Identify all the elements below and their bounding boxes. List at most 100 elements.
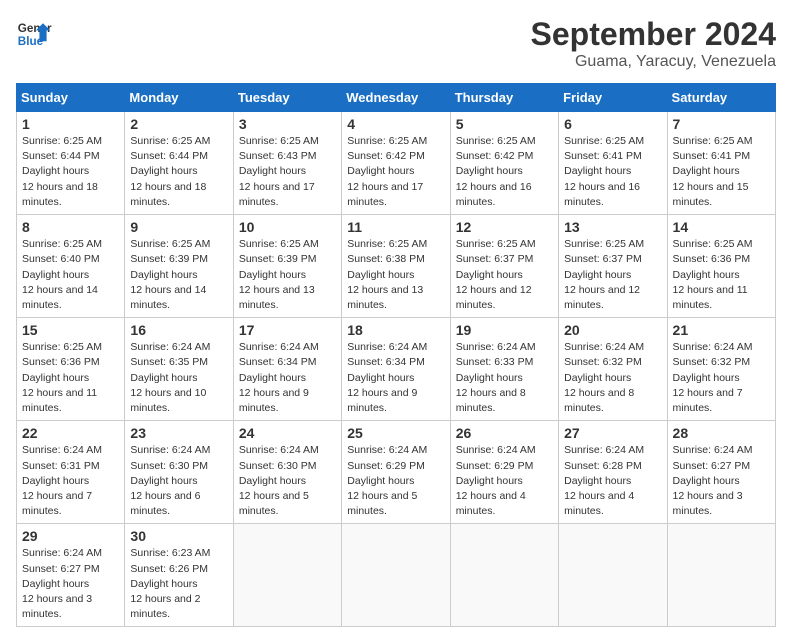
day-info: Sunrise: 6:25 AM Sunset: 6:36 PM Dayligh… — [673, 237, 770, 313]
day-info: Sunrise: 6:24 AM Sunset: 6:31 PM Dayligh… — [22, 443, 119, 519]
day-number: 19 — [456, 322, 553, 338]
week-row-3: 15 Sunrise: 6:25 AM Sunset: 6:36 PM Dayl… — [17, 318, 776, 421]
day-number: 5 — [456, 116, 553, 132]
day-number: 3 — [239, 116, 336, 132]
day-info: Sunrise: 6:24 AM Sunset: 6:29 PM Dayligh… — [456, 443, 553, 519]
day-info: Sunrise: 6:25 AM Sunset: 6:43 PM Dayligh… — [239, 134, 336, 210]
day-number: 20 — [564, 322, 661, 338]
col-friday: Friday — [559, 84, 667, 112]
title-area: September 2024 Guama, Yaracuy, Venezuela — [531, 16, 776, 71]
day-number: 24 — [239, 425, 336, 441]
day-info: Sunrise: 6:25 AM Sunset: 6:38 PM Dayligh… — [347, 237, 444, 313]
day-info: Sunrise: 6:25 AM Sunset: 6:44 PM Dayligh… — [130, 134, 227, 210]
day-cell-28: 28 Sunrise: 6:24 AM Sunset: 6:27 PM Dayl… — [667, 421, 775, 524]
day-cell-24: 24 Sunrise: 6:24 AM Sunset: 6:30 PM Dayl… — [233, 421, 341, 524]
day-info: Sunrise: 6:25 AM Sunset: 6:42 PM Dayligh… — [456, 134, 553, 210]
day-cell-12: 12 Sunrise: 6:25 AM Sunset: 6:37 PM Dayl… — [450, 215, 558, 318]
day-info: Sunrise: 6:25 AM Sunset: 6:41 PM Dayligh… — [673, 134, 770, 210]
day-info: Sunrise: 6:25 AM Sunset: 6:41 PM Dayligh… — [564, 134, 661, 210]
day-info: Sunrise: 6:23 AM Sunset: 6:26 PM Dayligh… — [130, 546, 227, 622]
day-number: 28 — [673, 425, 770, 441]
day-info: Sunrise: 6:24 AM Sunset: 6:30 PM Dayligh… — [130, 443, 227, 519]
day-cell-2: 2 Sunrise: 6:25 AM Sunset: 6:44 PM Dayli… — [125, 112, 233, 215]
day-cell-20: 20 Sunrise: 6:24 AM Sunset: 6:32 PM Dayl… — [559, 318, 667, 421]
month-title: September 2024 — [531, 16, 776, 53]
col-monday: Monday — [125, 84, 233, 112]
day-info: Sunrise: 6:25 AM Sunset: 6:39 PM Dayligh… — [130, 237, 227, 313]
header: General Blue September 2024 Guama, Yarac… — [16, 16, 776, 71]
day-number: 9 — [130, 219, 227, 235]
day-cell-23: 23 Sunrise: 6:24 AM Sunset: 6:30 PM Dayl… — [125, 421, 233, 524]
day-number: 27 — [564, 425, 661, 441]
day-info: Sunrise: 6:25 AM Sunset: 6:40 PM Dayligh… — [22, 237, 119, 313]
week-row-4: 22 Sunrise: 6:24 AM Sunset: 6:31 PM Dayl… — [17, 421, 776, 524]
logo-icon: General Blue — [16, 16, 52, 52]
day-number: 12 — [456, 219, 553, 235]
day-number: 7 — [673, 116, 770, 132]
day-info: Sunrise: 6:24 AM Sunset: 6:28 PM Dayligh… — [564, 443, 661, 519]
day-number: 22 — [22, 425, 119, 441]
day-info: Sunrise: 6:25 AM Sunset: 6:37 PM Dayligh… — [564, 237, 661, 313]
day-number: 2 — [130, 116, 227, 132]
day-info: Sunrise: 6:24 AM Sunset: 6:32 PM Dayligh… — [564, 340, 661, 416]
day-number: 11 — [347, 219, 444, 235]
day-number: 18 — [347, 322, 444, 338]
day-number: 8 — [22, 219, 119, 235]
day-info: Sunrise: 6:24 AM Sunset: 6:32 PM Dayligh… — [673, 340, 770, 416]
col-sunday: Sunday — [17, 84, 125, 112]
day-cell-1: 1 Sunrise: 6:25 AM Sunset: 6:44 PM Dayli… — [17, 112, 125, 215]
day-info: Sunrise: 6:25 AM Sunset: 6:37 PM Dayligh… — [456, 237, 553, 313]
day-info: Sunrise: 6:24 AM Sunset: 6:33 PM Dayligh… — [456, 340, 553, 416]
day-number: 26 — [456, 425, 553, 441]
day-number: 21 — [673, 322, 770, 338]
day-cell-22: 22 Sunrise: 6:24 AM Sunset: 6:31 PM Dayl… — [17, 421, 125, 524]
col-saturday: Saturday — [667, 84, 775, 112]
day-number: 13 — [564, 219, 661, 235]
day-cell-27: 27 Sunrise: 6:24 AM Sunset: 6:28 PM Dayl… — [559, 421, 667, 524]
col-wednesday: Wednesday — [342, 84, 450, 112]
day-number: 10 — [239, 219, 336, 235]
day-number: 29 — [22, 528, 119, 544]
day-cell-26: 26 Sunrise: 6:24 AM Sunset: 6:29 PM Dayl… — [450, 421, 558, 524]
day-cell-25: 25 Sunrise: 6:24 AM Sunset: 6:29 PM Dayl… — [342, 421, 450, 524]
day-cell-17: 17 Sunrise: 6:24 AM Sunset: 6:34 PM Dayl… — [233, 318, 341, 421]
day-cell-21: 21 Sunrise: 6:24 AM Sunset: 6:32 PM Dayl… — [667, 318, 775, 421]
calendar-table: Sunday Monday Tuesday Wednesday Thursday… — [16, 83, 776, 627]
day-cell-16: 16 Sunrise: 6:24 AM Sunset: 6:35 PM Dayl… — [125, 318, 233, 421]
col-tuesday: Tuesday — [233, 84, 341, 112]
day-cell-11: 11 Sunrise: 6:25 AM Sunset: 6:38 PM Dayl… — [342, 215, 450, 318]
day-info: Sunrise: 6:25 AM Sunset: 6:36 PM Dayligh… — [22, 340, 119, 416]
day-number: 6 — [564, 116, 661, 132]
day-cell-19: 19 Sunrise: 6:24 AM Sunset: 6:33 PM Dayl… — [450, 318, 558, 421]
day-info: Sunrise: 6:24 AM Sunset: 6:30 PM Dayligh… — [239, 443, 336, 519]
day-info: Sunrise: 6:25 AM Sunset: 6:44 PM Dayligh… — [22, 134, 119, 210]
week-row-2: 8 Sunrise: 6:25 AM Sunset: 6:40 PM Dayli… — [17, 215, 776, 318]
day-cell-7: 7 Sunrise: 6:25 AM Sunset: 6:41 PM Dayli… — [667, 112, 775, 215]
day-cell-15: 15 Sunrise: 6:25 AM Sunset: 6:36 PM Dayl… — [17, 318, 125, 421]
day-number: 30 — [130, 528, 227, 544]
day-info: Sunrise: 6:25 AM Sunset: 6:39 PM Dayligh… — [239, 237, 336, 313]
day-info: Sunrise: 6:24 AM Sunset: 6:29 PM Dayligh… — [347, 443, 444, 519]
day-info: Sunrise: 6:24 AM Sunset: 6:27 PM Dayligh… — [673, 443, 770, 519]
day-number: 14 — [673, 219, 770, 235]
header-row: Sunday Monday Tuesday Wednesday Thursday… — [17, 84, 776, 112]
week-row-1: 1 Sunrise: 6:25 AM Sunset: 6:44 PM Dayli… — [17, 112, 776, 215]
location: Guama, Yaracuy, Venezuela — [531, 53, 776, 71]
day-number: 25 — [347, 425, 444, 441]
day-number: 1 — [22, 116, 119, 132]
day-info: Sunrise: 6:24 AM Sunset: 6:34 PM Dayligh… — [347, 340, 444, 416]
day-number: 16 — [130, 322, 227, 338]
day-cell-14: 14 Sunrise: 6:25 AM Sunset: 6:36 PM Dayl… — [667, 215, 775, 318]
day-cell-10: 10 Sunrise: 6:25 AM Sunset: 6:39 PM Dayl… — [233, 215, 341, 318]
day-number: 17 — [239, 322, 336, 338]
day-cell-13: 13 Sunrise: 6:25 AM Sunset: 6:37 PM Dayl… — [559, 215, 667, 318]
day-info: Sunrise: 6:25 AM Sunset: 6:42 PM Dayligh… — [347, 134, 444, 210]
day-info: Sunrise: 6:24 AM Sunset: 6:27 PM Dayligh… — [22, 546, 119, 622]
day-number: 23 — [130, 425, 227, 441]
day-cell-8: 8 Sunrise: 6:25 AM Sunset: 6:40 PM Dayli… — [17, 215, 125, 318]
day-cell-9: 9 Sunrise: 6:25 AM Sunset: 6:39 PM Dayli… — [125, 215, 233, 318]
day-cell-6: 6 Sunrise: 6:25 AM Sunset: 6:41 PM Dayli… — [559, 112, 667, 215]
day-cell-4: 4 Sunrise: 6:25 AM Sunset: 6:42 PM Dayli… — [342, 112, 450, 215]
day-cell-3: 3 Sunrise: 6:25 AM Sunset: 6:43 PM Dayli… — [233, 112, 341, 215]
logo: General Blue — [16, 16, 52, 52]
